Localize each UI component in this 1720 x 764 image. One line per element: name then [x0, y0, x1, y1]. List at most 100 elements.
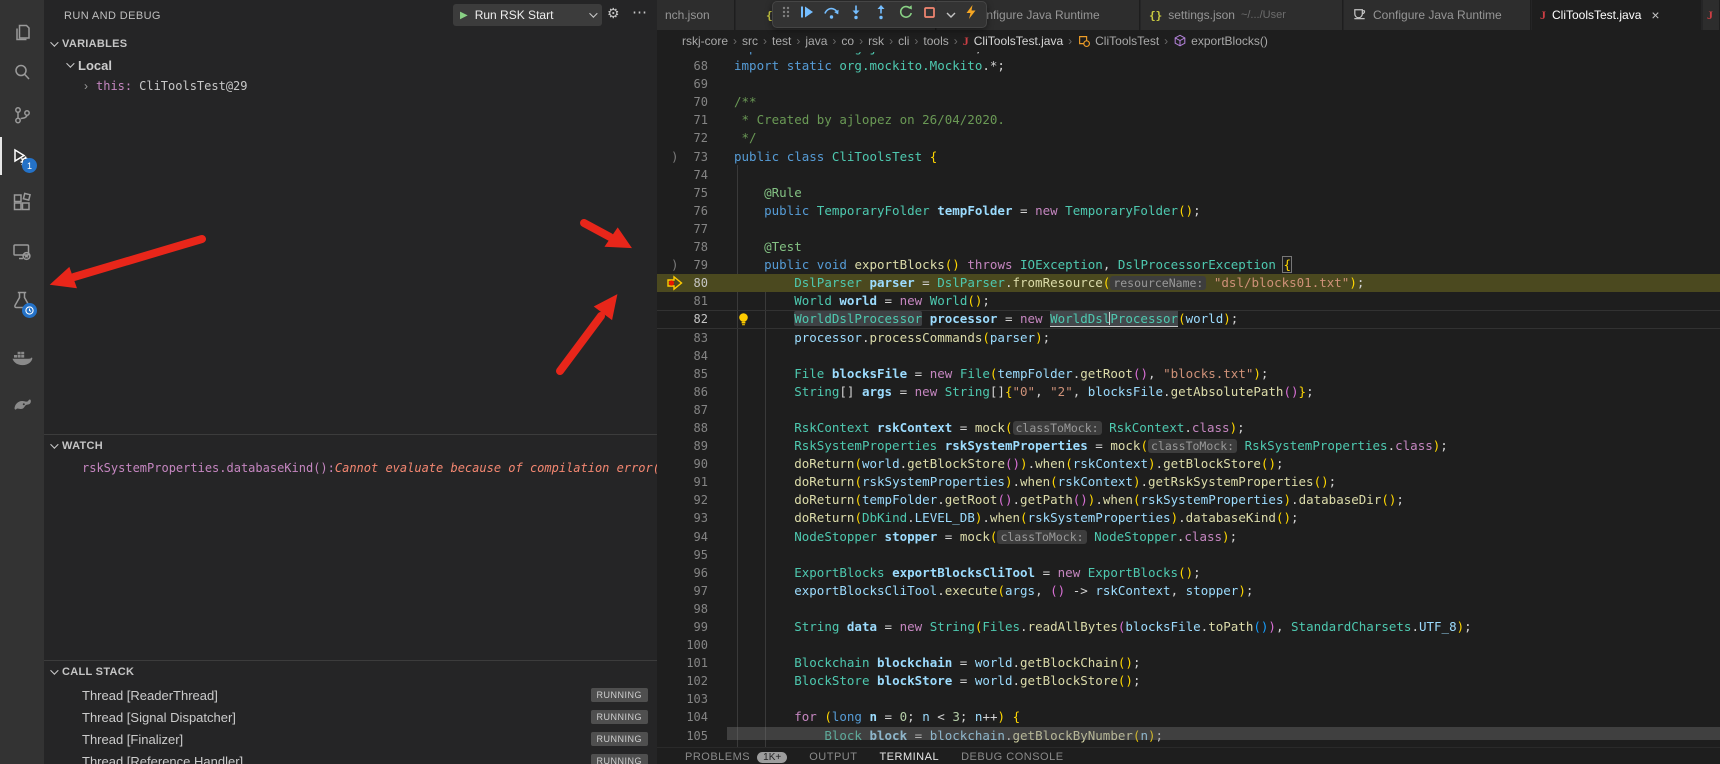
breadcrumb-item[interactable]: tools — [923, 34, 948, 48]
line-number[interactable]: 70 — [677, 93, 708, 111]
watch-expression-row[interactable]: rskSystemProperties.databaseKind(): Cann… — [44, 458, 657, 478]
code-line[interactable]: 102 BlockStore blockStore = world.getBlo… — [657, 672, 1720, 690]
extensions-icon[interactable] — [0, 183, 44, 223]
gripper-icon[interactable] — [782, 4, 790, 25]
thread-row[interactable]: Thread [Signal Dispatcher]RUNNING — [44, 706, 657, 728]
code-line[interactable]: 99 String data = new String(Files.readAl… — [657, 618, 1720, 636]
hot-code-replace-icon[interactable] — [964, 4, 977, 25]
line-number[interactable]: 68 — [677, 57, 708, 75]
code-line[interactable]: 80 DslParser parser = DslParser.fromReso… — [657, 274, 1720, 292]
thread-row[interactable]: Thread [Finalizer]RUNNING — [44, 728, 657, 750]
code-line[interactable]: 95 — [657, 546, 1720, 564]
line-number[interactable]: 93 — [677, 509, 708, 527]
breadcrumb-file[interactable]: CliToolsTest.java — [974, 34, 1063, 48]
horizontal-scrollbar[interactable] — [727, 727, 1720, 740]
code-line[interactable]: 78 @Test — [657, 238, 1720, 256]
debug-restart-icon[interactable] — [898, 4, 914, 25]
line-number[interactable]: 104 — [677, 708, 708, 726]
code-line[interactable]: 87 — [657, 401, 1720, 419]
code-line[interactable]: 97 exportBlocksCliTool.execute(args, () … — [657, 582, 1720, 600]
gear-icon[interactable]: ⚙ — [607, 5, 620, 22]
code-line[interactable]: 68import static org.mockito.Mockito.*; — [657, 57, 1720, 75]
variables-scope-local[interactable]: Local — [44, 55, 657, 75]
call-stack-section-header[interactable]: CALL STACK — [44, 660, 657, 682]
code-line[interactable]: 70/** — [657, 93, 1720, 111]
line-number[interactable]: 86 — [677, 383, 708, 401]
line-number[interactable]: 92 — [677, 491, 708, 509]
line-number[interactable]: 69 — [677, 75, 708, 93]
code-line[interactable]: 69 — [657, 75, 1720, 93]
code-line[interactable]: 74 — [657, 166, 1720, 184]
line-number[interactable]: 88 — [677, 419, 708, 437]
tab-debug-console[interactable]: DEBUG CONSOLE — [961, 751, 1063, 763]
code-line[interactable]: 93 doReturn(DbKind.LEVEL_DB).when(rskSys… — [657, 509, 1720, 527]
line-number[interactable]: 74 — [677, 166, 708, 184]
line-number[interactable]: 102 — [677, 672, 708, 690]
code-line[interactable]: 96 ExportBlocks exportBlocksCliTool = ne… — [657, 564, 1720, 582]
more-actions-icon[interactable]: ⋯ — [632, 3, 647, 21]
tab-clitoolstest-java[interactable]: J CliToolsTest.java × — [1532, 0, 1701, 30]
code-line[interactable]: 84 — [657, 347, 1720, 365]
thread-row[interactable]: Thread [Reference Handler]RUNNING — [44, 750, 657, 764]
explorer-icon[interactable] — [0, 13, 44, 53]
code-line[interactable]: 76 public TemporaryFolder tempFolder = n… — [657, 202, 1720, 220]
line-number[interactable]: 101 — [677, 654, 708, 672]
breadcrumb-item[interactable]: cli — [898, 34, 909, 48]
line-number[interactable]: 89 — [677, 437, 708, 455]
line-number[interactable]: 103 — [677, 690, 708, 708]
tab-terminal[interactable]: TERMINAL — [879, 751, 939, 763]
code-line[interactable]: 86 String[] args = new String[]{"0", "2"… — [657, 383, 1720, 401]
code-line[interactable]: 98 — [657, 600, 1720, 618]
run-config-button[interactable]: ▶ Run RSK Start — [453, 4, 602, 26]
code-line[interactable]: 85 File blocksFile = new File(tempFolder… — [657, 365, 1720, 383]
run-and-debug-icon[interactable] — [0, 138, 44, 178]
debug-step-over-icon[interactable] — [823, 4, 840, 25]
tab-settings-json[interactable]: {} settings.json ~/.../User — [1141, 0, 1343, 30]
code-line[interactable]: 94 NodeStopper stopper = mock(classToMoc… — [657, 528, 1720, 546]
line-number[interactable]: 76 — [677, 202, 708, 220]
breadcrumb-item[interactable]: co — [841, 34, 854, 48]
code-line[interactable]: 82 WorldDslProcessor processor = new Wor… — [657, 310, 1720, 328]
code-editor[interactable]: 67import static org.junit.Assert.*;68imp… — [657, 52, 1720, 747]
tab-launch-json[interactable]: nch.json — [657, 0, 735, 30]
breadcrumb-item[interactable]: src — [742, 34, 758, 48]
line-number[interactable]: 78 — [677, 238, 708, 256]
code-line[interactable]: 92 doReturn(tempFolder.getRoot().getPath… — [657, 491, 1720, 509]
line-number[interactable]: 105 — [677, 727, 708, 745]
code-line[interactable]: 101 Blockchain blockchain = world.getBlo… — [657, 654, 1720, 672]
breadcrumb-class[interactable]: CliToolsTest — [1095, 34, 1159, 48]
code-line[interactable]: 103 — [657, 690, 1720, 708]
variables-section-header[interactable]: VARIABLES — [44, 33, 657, 55]
tab-output[interactable]: OUTPUT — [809, 751, 857, 763]
docker-icon[interactable] — [0, 337, 44, 377]
code-line[interactable]: 88 RskContext rskContext = mock(classToM… — [657, 419, 1720, 437]
line-number[interactable]: 97 — [677, 582, 708, 600]
tab-problems[interactable]: PROBLEMS 1K+ — [685, 751, 787, 763]
watch-section-header[interactable]: WATCH — [44, 434, 657, 456]
debug-continue-icon[interactable] — [798, 4, 814, 25]
source-control-icon[interactable] — [0, 95, 44, 135]
variable-this-row[interactable]: › this: CliToolsTest@29 — [44, 76, 657, 96]
breadcrumb[interactable]: rskj-core›src›test›java›co›rsk›cli›tools… — [657, 30, 1720, 52]
code-line[interactable]: 77 — [657, 220, 1720, 238]
close-icon[interactable]: × — [1651, 7, 1659, 23]
line-number[interactable]: 77 — [677, 220, 708, 238]
code-line[interactable]: 91 doReturn(rskSystemProperties).when(rs… — [657, 473, 1720, 491]
debug-step-into-icon[interactable] — [848, 4, 864, 25]
breadcrumb-item[interactable]: rskj-core — [682, 34, 728, 48]
line-number[interactable]: 98 — [677, 600, 708, 618]
debug-stop-icon[interactable] — [922, 5, 937, 25]
line-number[interactable]: 79 — [677, 256, 708, 274]
line-number[interactable]: 100 — [677, 636, 708, 654]
code-line[interactable]: )73public class CliToolsTest { — [657, 148, 1720, 166]
line-number[interactable]: 80 — [677, 274, 708, 292]
line-number[interactable]: 85 — [677, 365, 708, 383]
line-number[interactable]: 72 — [677, 129, 708, 147]
line-number[interactable]: 94 — [677, 528, 708, 546]
breadcrumb-item[interactable]: rsk — [868, 34, 884, 48]
code-line[interactable]: 90 doReturn(world.getBlockStore()).when(… — [657, 455, 1720, 473]
line-number[interactable]: 83 — [677, 329, 708, 347]
line-number[interactable]: 82 — [677, 311, 708, 327]
line-number[interactable]: 87 — [677, 401, 708, 419]
code-line[interactable]: 72 */ — [657, 129, 1720, 147]
